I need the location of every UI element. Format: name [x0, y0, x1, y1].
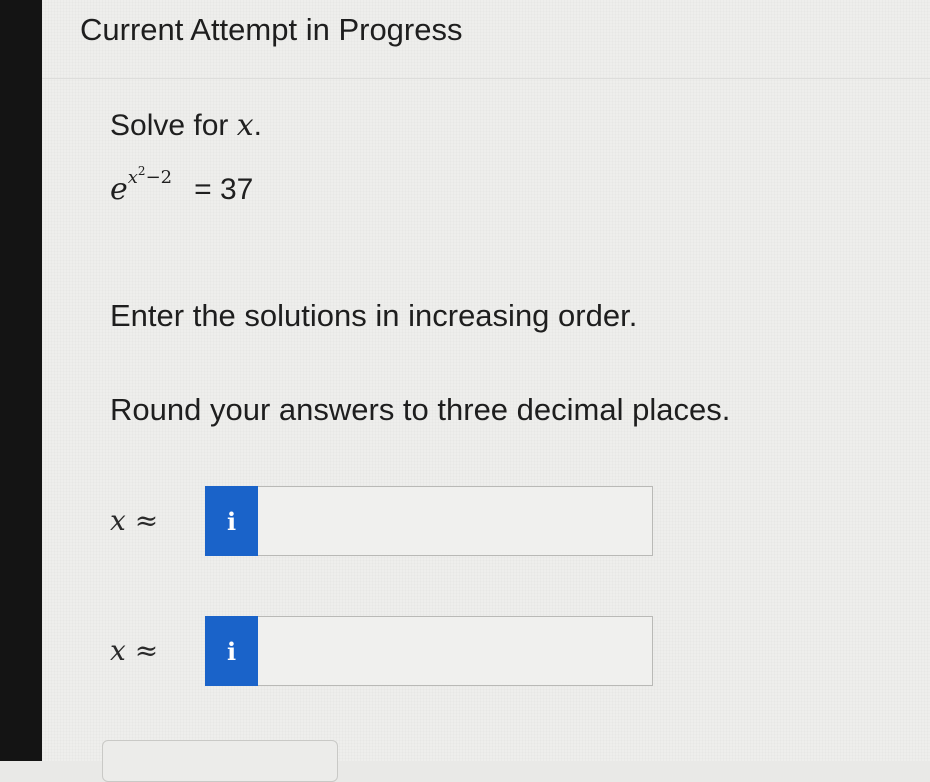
instruction-rounding: Round your answers to three decimal plac…	[110, 392, 731, 427]
prompt-variable: x	[236, 108, 254, 143]
question-prompt: Solve for x.	[110, 108, 262, 143]
answer-input-2[interactable]	[258, 616, 653, 686]
approx-symbol: ≈	[134, 504, 159, 537]
equation-base: e	[110, 172, 128, 207]
answer-label-2: x ≈	[110, 634, 158, 667]
answer-label-1: x ≈	[110, 504, 158, 537]
approx-symbol: ≈	[134, 634, 159, 667]
page-title: Current Attempt in Progress	[80, 12, 463, 47]
answer-variable: x	[110, 634, 126, 667]
info-icon[interactable]: i	[205, 616, 258, 686]
info-icon-glyph: i	[226, 636, 237, 666]
equation-exponent: x2−2	[127, 164, 173, 188]
prompt-period: .	[253, 109, 262, 142]
answer-variable: x	[110, 504, 126, 537]
exponent-power: 2	[137, 164, 146, 178]
exponent-rest: −2	[145, 167, 173, 188]
header-divider	[42, 78, 930, 79]
info-icon-glyph: i	[226, 506, 237, 536]
exponent-variable: x	[127, 167, 138, 188]
instruction-order: Enter the solutions in increasing order.	[110, 298, 638, 333]
prompt-text: Solve for	[110, 109, 237, 142]
left-frame	[0, 0, 42, 761]
submit-button[interactable]	[102, 740, 338, 782]
answer-row-2: x ≈ i	[110, 616, 653, 688]
equation: ex2−2 = 37	[110, 164, 254, 207]
info-icon[interactable]: i	[205, 486, 258, 556]
equation-rhs: = 37	[194, 173, 254, 206]
answer-input-1[interactable]	[258, 486, 653, 556]
answer-row-1: x ≈ i	[110, 486, 653, 558]
